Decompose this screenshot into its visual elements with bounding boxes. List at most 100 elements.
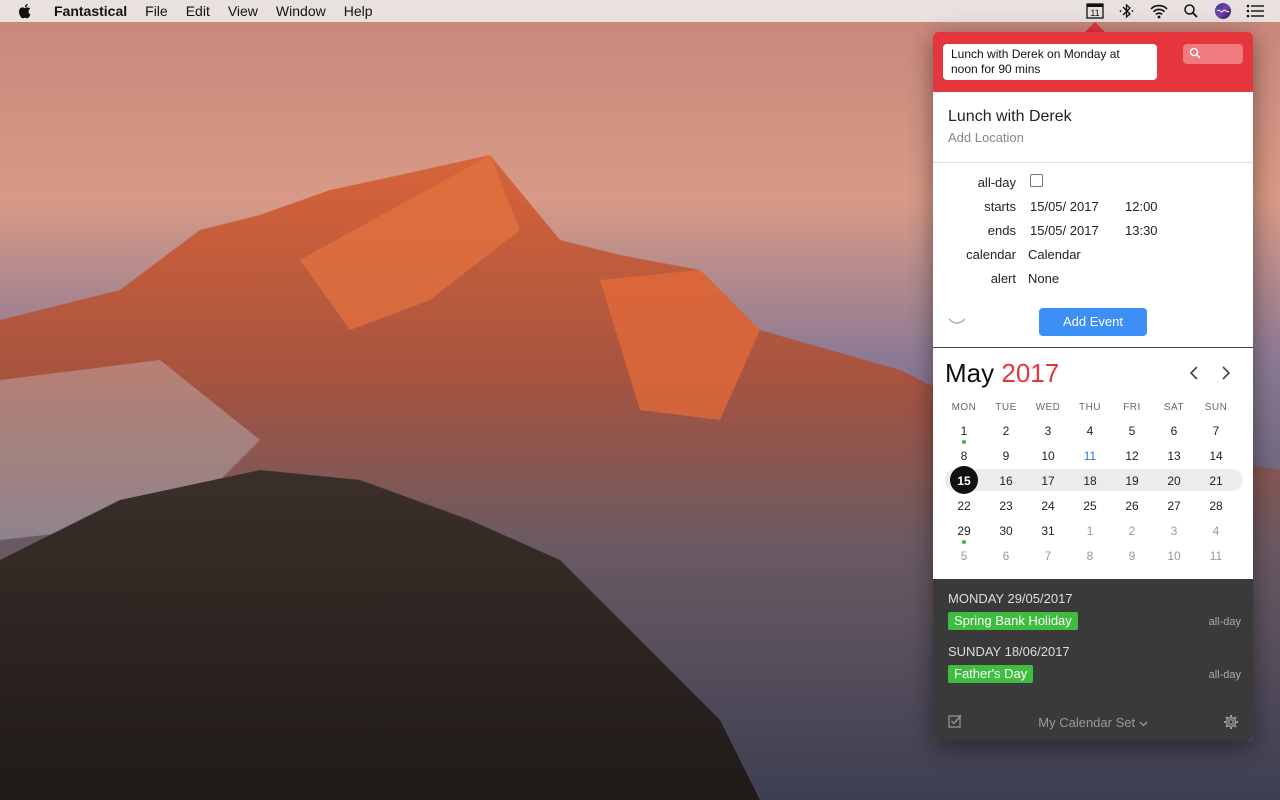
weekday-header: THU [1078,402,1102,413]
calendar-day[interactable]: 10 [1028,445,1068,467]
popover-arrow [1085,22,1105,32]
expand-chevron-icon[interactable] [948,313,966,329]
apple-menu-icon[interactable] [18,3,34,19]
calendar-day[interactable]: 5 [1112,420,1152,442]
event-when: all-day [1208,669,1241,681]
calendar-set-label: My Calendar Set [1038,715,1136,730]
calendar-day[interactable]: 29 [944,520,984,542]
calendar-day[interactable]: 8 [1070,545,1110,567]
calendar-day[interactable]: 14 [1196,445,1236,467]
search-icon [1189,47,1201,62]
starts-date[interactable]: 15/05/ 2017 [1030,199,1099,214]
calendar-day[interactable]: 3 [1028,420,1068,442]
popover-footer: My Calendar Set [933,703,1253,741]
calendar-day[interactable]: 4 [1196,520,1236,542]
calendar-day[interactable]: 16 [986,470,1026,492]
calendar-day[interactable]: 11 [1196,545,1236,567]
calendar-day[interactable]: 3 [1154,520,1194,542]
event-title[interactable]: Lunch with Derek [948,108,1238,126]
ends-row: ends 15/05/ 2017 13:30 [933,223,1253,243]
calendar-day[interactable]: 7 [1028,545,1068,567]
calendar-day[interactable]: 24 [1028,495,1068,517]
search-field[interactable] [1183,44,1243,64]
calendar-day[interactable]: 20 [1154,470,1194,492]
natural-language-input[interactable]: Lunch with Derek on Monday at noon for 9… [943,44,1157,80]
menu-help[interactable]: Help [344,3,373,19]
mini-calendar: May 2017 MON TUE WED THU FRI SAT SUN 123… [933,348,1253,579]
calendar-day[interactable]: 27 [1154,495,1194,517]
calendar-day[interactable]: 28 [1196,495,1236,517]
menu-view[interactable]: View [228,3,258,19]
notification-center-icon[interactable] [1244,2,1266,20]
ends-date[interactable]: 15/05/ 2017 [1030,223,1099,238]
event-title-area: Lunch with Derek Add Location [933,92,1253,163]
calendar-day[interactable]: 23 [986,495,1026,517]
calendar-day[interactable]: 4 [1070,420,1110,442]
menu-file[interactable]: File [145,3,168,19]
event-date-heading: MONDAY 29/05/2017 [948,591,1073,606]
event-chip-fathers-day[interactable]: Father's Day [948,665,1034,683]
chevron-down-icon [1139,715,1148,730]
menu-bar: Fantastical File Edit View Window Help 1… [0,0,1280,22]
calendar-day[interactable]: 13 [1154,445,1194,467]
allday-label: all-day [977,175,1016,190]
calendar-day[interactable]: 26 [1112,495,1152,517]
calendar-day[interactable]: 22 [944,495,984,517]
calendar-day[interactable]: 18 [1070,470,1110,492]
calendar-label: calendar [966,247,1016,262]
event-date-heading: SUNDAY 18/06/2017 [948,644,1070,659]
fantastical-calendar-icon[interactable]: 11 [1084,2,1106,20]
calendar-day[interactable]: 9 [1112,545,1152,567]
calendar-day[interactable]: 2 [1112,520,1152,542]
event-when: all-day [1208,616,1241,628]
previous-month-icon[interactable] [1189,366,1199,383]
starts-time[interactable]: 12:00 [1125,199,1158,214]
calendar-day[interactable]: 31 [1028,520,1068,542]
alert-label: alert [990,271,1016,286]
calendar-day[interactable]: 6 [1154,420,1194,442]
event-chip-spring-bank-holiday[interactable]: Spring Bank Holiday [948,612,1078,630]
alert-row: alert None [933,271,1253,291]
siri-icon[interactable] [1212,2,1234,20]
calendar-day[interactable]: 7 [1196,420,1236,442]
fantastical-popover: Lunch with Derek on Monday at noon for 9… [933,32,1253,741]
weekday-header: WED [1035,402,1061,413]
menu-window[interactable]: Window [276,3,326,19]
calendar-year: 2017 [1001,358,1060,388]
weekday-header: TUE [995,402,1017,413]
allday-checkbox[interactable] [1030,174,1043,187]
next-month-icon[interactable] [1221,366,1231,383]
calendar-day[interactable]: 5 [944,545,984,567]
bluetooth-icon[interactable] [1116,2,1138,20]
calendar-day[interactable]: 30 [986,520,1026,542]
calendar-day[interactable]: 10 [1154,545,1194,567]
calendar-day[interactable]: 19 [1112,470,1152,492]
calendar-day[interactable]: 25 [1070,495,1110,517]
alert-select[interactable]: None [1028,271,1059,286]
ends-time[interactable]: 13:30 [1125,223,1158,238]
wifi-icon[interactable] [1148,2,1170,20]
calendar-day[interactable]: 21 [1196,470,1236,492]
gear-icon[interactable] [1223,714,1239,733]
add-event-button[interactable]: Add Event [1039,308,1147,336]
allday-row: all-day [933,174,1253,195]
calendar-day[interactable]: 12 [1112,445,1152,467]
calendar-day[interactable]: 1 [944,420,984,442]
calendar-set-selector[interactable]: My Calendar Set [933,715,1253,730]
app-menu-fantastical[interactable]: Fantastical [54,3,127,19]
calendar-select[interactable]: Calendar [1028,247,1081,262]
calendar-day[interactable]: 1 [1070,520,1110,542]
menu-edit[interactable]: Edit [186,3,210,19]
calendar-day[interactable]: 9 [986,445,1026,467]
spotlight-search-icon[interactable] [1180,2,1202,20]
calendar-day[interactable]: 17 [1028,470,1068,492]
calendar-day[interactable]: 11 [1070,445,1110,467]
calendar-month: May [945,358,995,388]
weekday-header: SAT [1163,402,1185,413]
popover-header: Lunch with Derek on Monday at noon for 9… [933,32,1253,92]
calendar-day[interactable]: 6 [986,545,1026,567]
event-location-field[interactable]: Add Location [948,130,1238,145]
calendar-day[interactable]: 2 [986,420,1026,442]
calendar-day[interactable]: 8 [944,445,984,467]
calendar-day[interactable]: 15 [944,470,984,492]
